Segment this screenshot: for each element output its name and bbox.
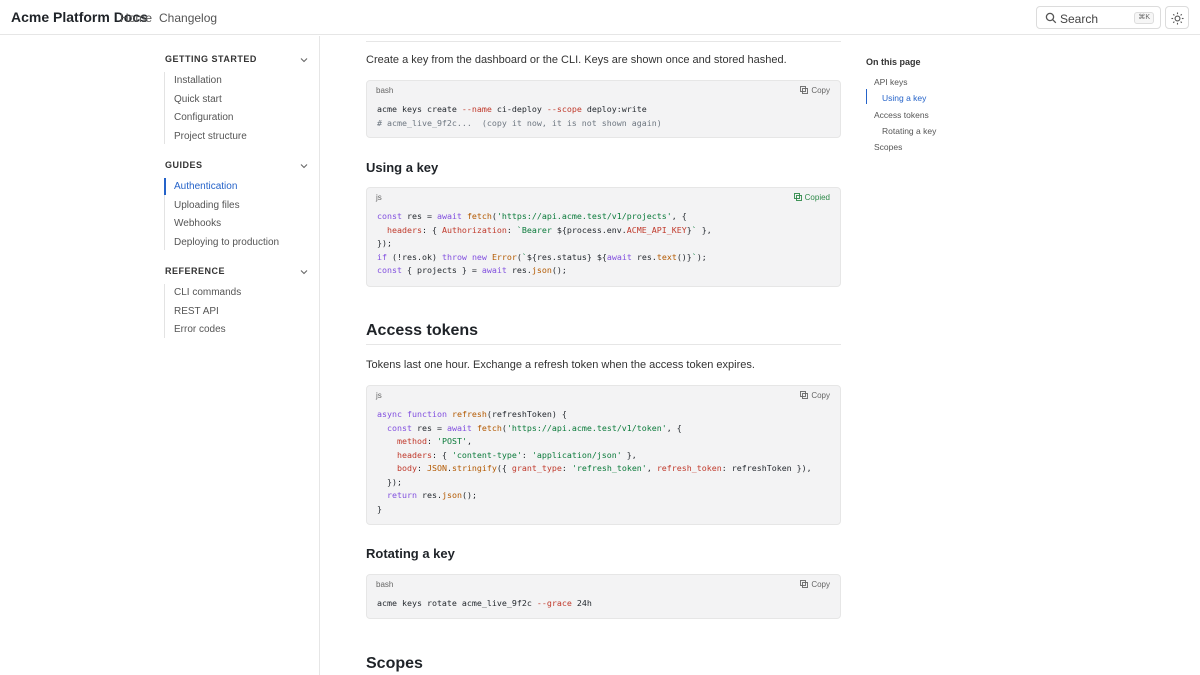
toc-item-using-a-key[interactable]: Using a key <box>882 93 926 103</box>
code-block-refresh: js Copy async function refresh(refreshTo… <box>366 385 841 525</box>
sidebar-item-cli-commands[interactable]: CLI commands <box>174 287 241 298</box>
copy-label: Copied <box>804 193 830 202</box>
heading-using-a-key: Using a key <box>366 160 439 175</box>
code-block-create-key: bash Copy acme keys create --name ci-dep… <box>366 80 841 138</box>
code-text: acme keys rotate acme_live_9f2c --grace … <box>377 598 592 608</box>
toc-active-indicator <box>866 89 867 104</box>
code-language: js <box>376 391 382 400</box>
copied-button[interactable]: Copied <box>793 193 830 202</box>
section-getting-started[interactable]: GETTING STARTED <box>165 54 310 68</box>
access-paragraph: Tokens last one hour. Exchange a refresh… <box>366 359 755 371</box>
group-line <box>164 72 165 144</box>
code-language: bash <box>376 580 394 589</box>
copy-icon <box>800 391 809 399</box>
toc-title: On this page <box>866 57 921 67</box>
sidebar <box>0 36 320 675</box>
copy-label: Copy <box>811 391 830 400</box>
sidebar-item-webhooks[interactable]: Webhooks <box>174 218 221 229</box>
sidebar-item-deploying[interactable]: Deploying to production <box>174 237 279 248</box>
chevron-down-icon <box>300 270 308 275</box>
section-title: REFERENCE <box>165 266 226 276</box>
copy-button[interactable]: Copy <box>800 86 830 95</box>
theme-toggle-button[interactable] <box>1165 6 1189 29</box>
code-block-rotate: bash Copy acme keys rotate acme_live_9f2… <box>366 574 841 619</box>
code-text: acme keys create --name ci-deploy --scop… <box>377 104 662 128</box>
top-bar: Acme Platform Docs Home Changelog Search… <box>0 0 1200 35</box>
toc-item-rotating-a-key[interactable]: Rotating a key <box>882 126 936 136</box>
chevron-down-icon <box>300 164 308 169</box>
toc-item-api-keys[interactable]: API keys <box>874 77 908 87</box>
section-title: GETTING STARTED <box>165 54 257 64</box>
sun-icon <box>1171 12 1184 25</box>
nav-changelog[interactable]: Changelog <box>159 11 217 25</box>
search-shortcut: ⌘K <box>1134 12 1154 24</box>
section-title: GUIDES <box>165 160 203 170</box>
sidebar-item-quick-start[interactable]: Quick start <box>174 94 222 105</box>
sidebar-item-error-codes[interactable]: Error codes <box>174 324 226 335</box>
copy-label: Copy <box>811 86 830 95</box>
code-text: const res = await fetch('https://api.acm… <box>377 211 712 275</box>
sidebar-item-project-structure[interactable]: Project structure <box>174 131 247 142</box>
section-guides[interactable]: GUIDES <box>165 160 310 174</box>
sidebar-item-rest-api[interactable]: REST API <box>174 306 219 317</box>
section-reference[interactable]: REFERENCE <box>165 266 310 280</box>
section-divider <box>366 344 841 345</box>
code-language: bash <box>376 86 394 95</box>
active-indicator <box>164 178 166 195</box>
heading-access-tokens: Access tokens <box>366 322 479 339</box>
section-divider <box>366 41 841 42</box>
sidebar-item-installation[interactable]: Installation <box>174 75 222 86</box>
copy-button[interactable]: Copy <box>800 580 830 589</box>
group-line <box>164 284 165 338</box>
code-text: async function refresh(refreshToken) { c… <box>377 409 812 514</box>
sidebar-item-uploading-files[interactable]: Uploading files <box>174 200 240 211</box>
intro-paragraph: Create a key from the dashboard or the C… <box>366 54 787 66</box>
copy-icon <box>800 86 809 94</box>
nav-home[interactable]: Home <box>120 11 152 25</box>
code-block-using-key: js Copied const res = await fetch('https… <box>366 187 841 287</box>
copy-button[interactable]: Copy <box>800 391 830 400</box>
copy-icon <box>800 580 809 588</box>
toc-item-scopes[interactable]: Scopes <box>874 142 902 152</box>
heading-rotating-a-key: Rotating a key <box>366 546 455 561</box>
search-icon <box>1045 12 1057 24</box>
heading-scopes: Scopes <box>366 655 423 672</box>
sidebar-item-configuration[interactable]: Configuration <box>174 112 233 123</box>
sidebar-item-authentication[interactable]: Authentication <box>174 181 237 192</box>
copy-icon <box>793 193 802 201</box>
chevron-down-icon <box>300 58 308 63</box>
code-language: js <box>376 193 382 202</box>
search-label: Search <box>1060 12 1099 26</box>
search-button[interactable]: Search ⌘K <box>1036 6 1161 29</box>
copy-label: Copy <box>811 580 830 589</box>
toc-item-access-tokens[interactable]: Access tokens <box>874 110 929 120</box>
